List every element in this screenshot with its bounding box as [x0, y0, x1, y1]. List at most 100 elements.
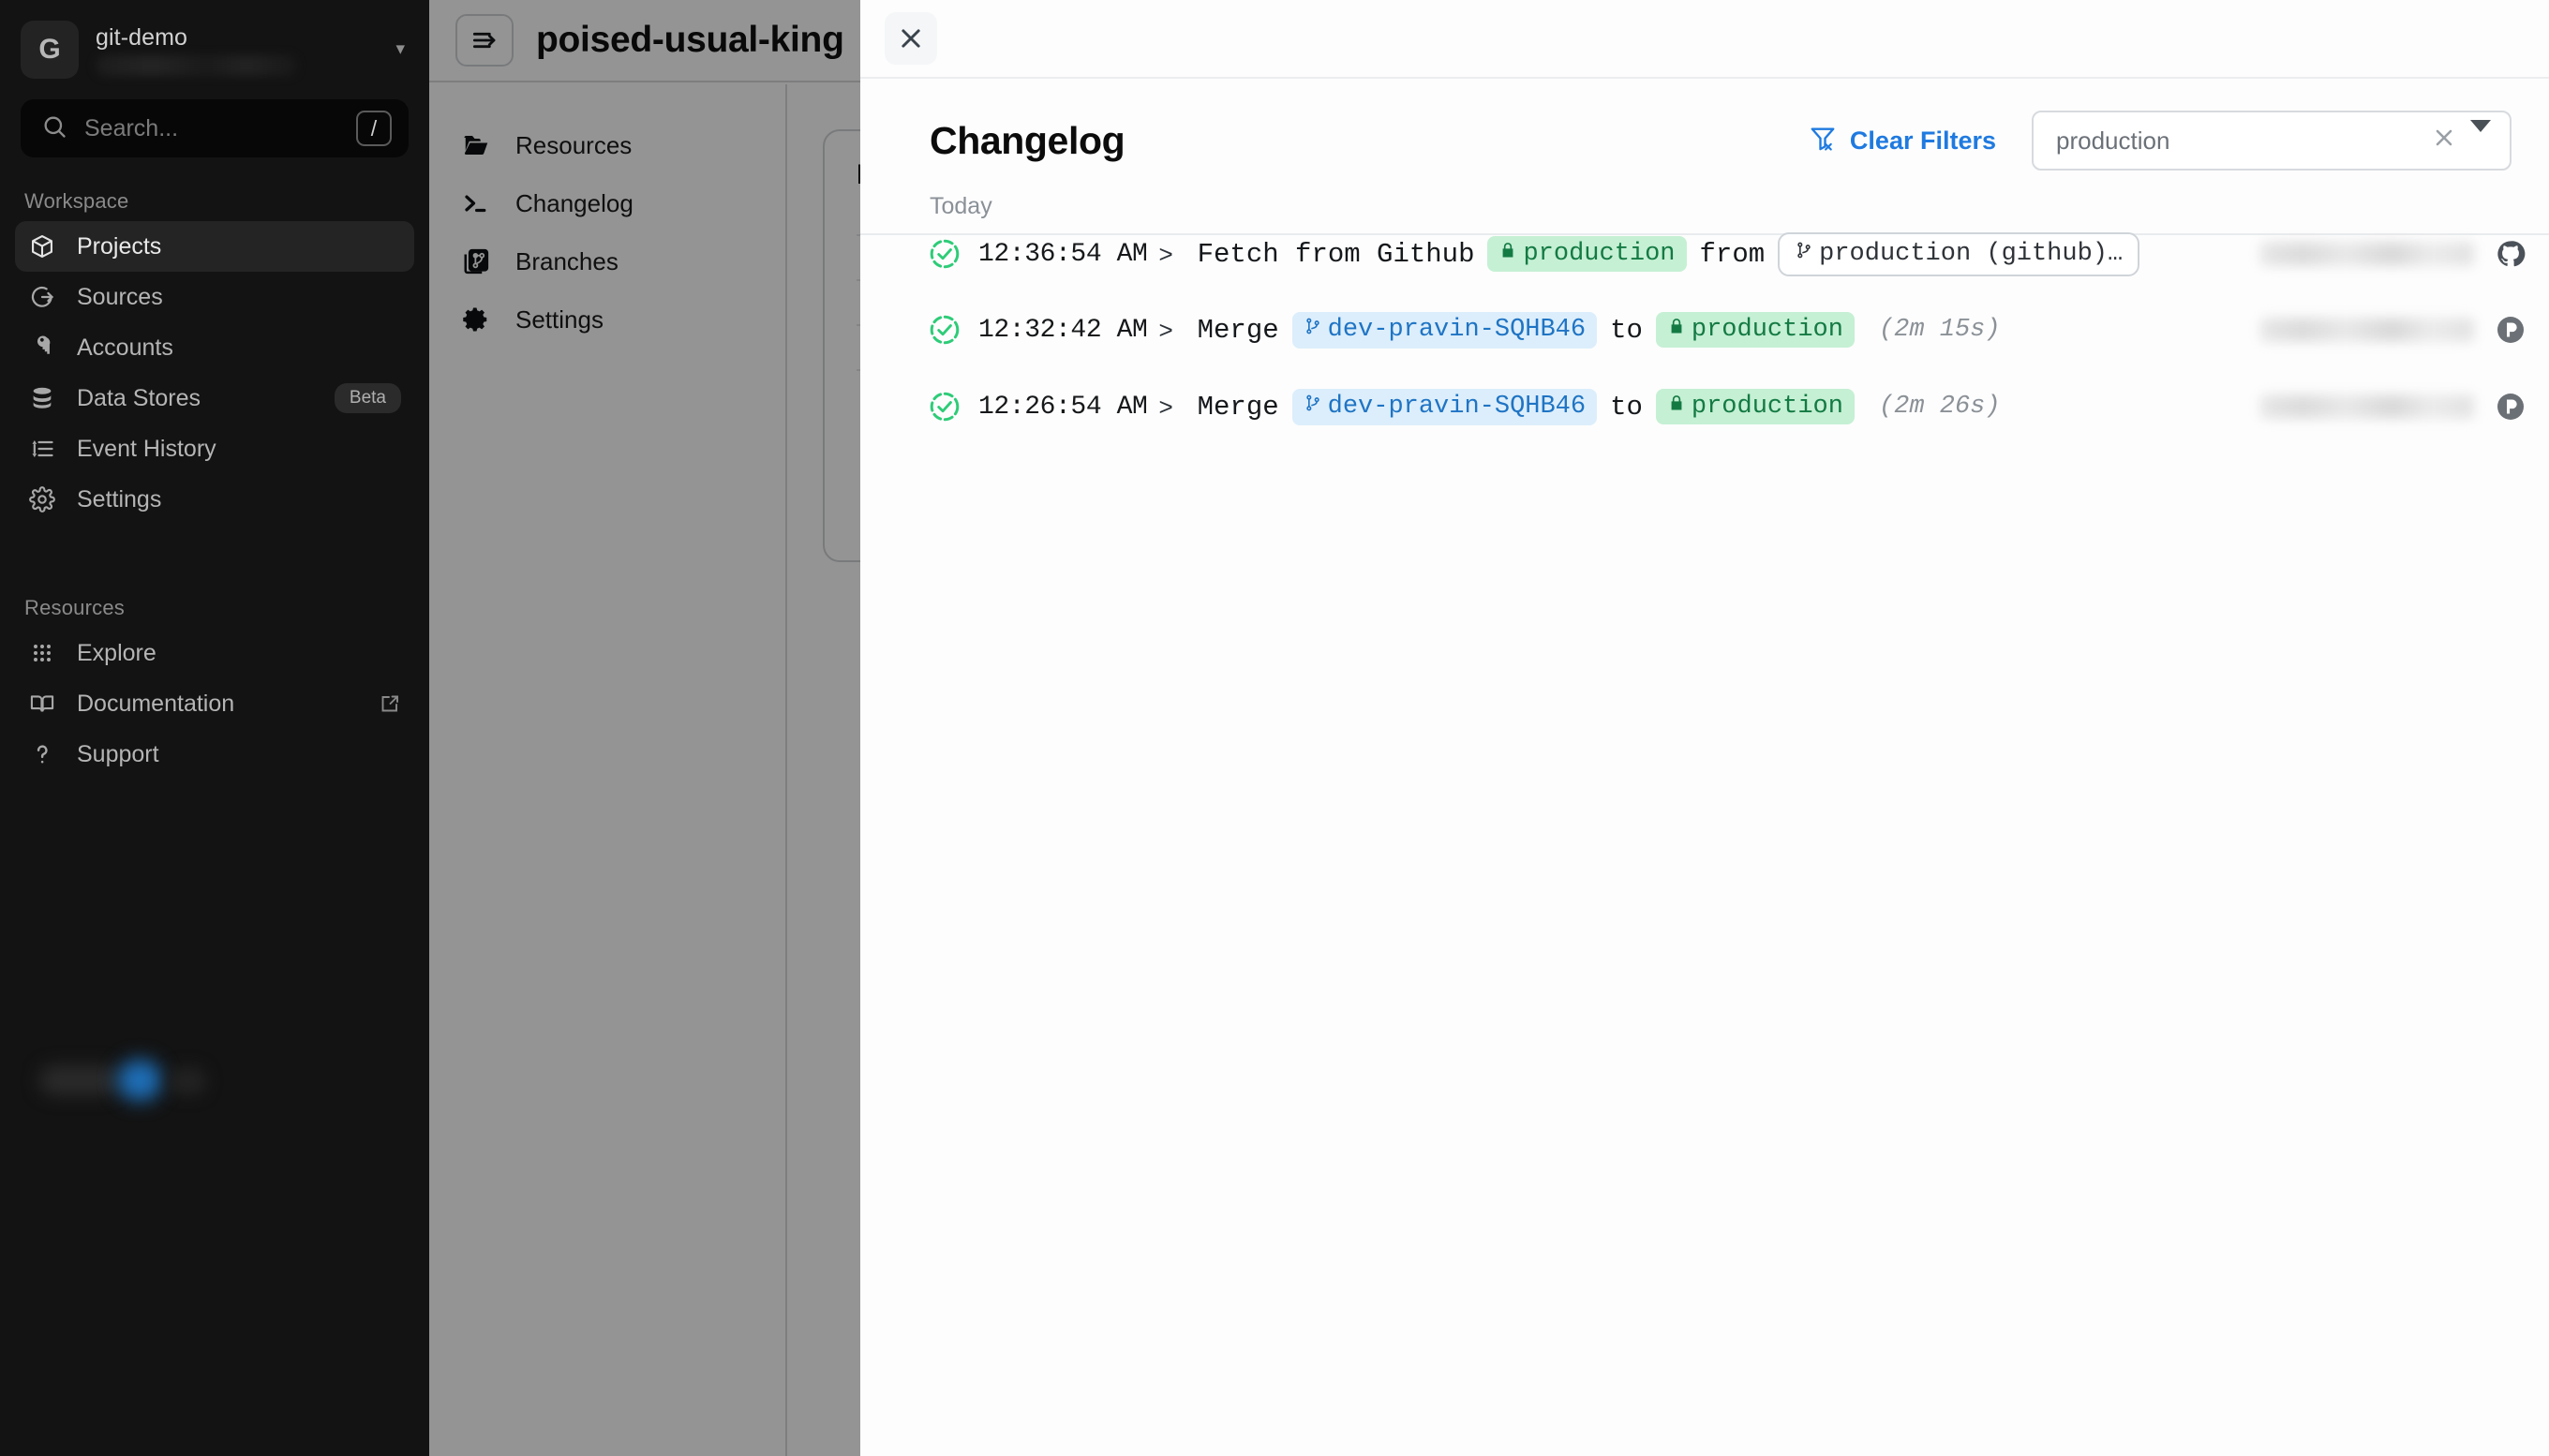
- changelog-row-duration: (2m 15s): [1879, 316, 2001, 344]
- changelog-row-time: 12:36:54 AM: [978, 240, 1147, 269]
- x-icon[interactable]: [2431, 125, 2457, 156]
- changelog-modal: Changelog Clear Filters production: [860, 0, 2549, 1456]
- sidebar-footer-redacted: [28, 1056, 216, 1105]
- branch-icon: [1304, 393, 1322, 422]
- sidebar-item-sources[interactable]: Sources: [15, 272, 414, 322]
- sidebar-item-event-history[interactable]: Event History: [15, 423, 414, 474]
- sidebar-item-label: Support: [77, 741, 401, 768]
- expand-row-icon[interactable]: >: [1158, 316, 1172, 345]
- gear-icon: [28, 485, 56, 513]
- changelog-row[interactable]: 12:36:54 AM > Fetch from Github producti…: [860, 233, 2549, 273]
- chevron-updown-icon: ▾: [395, 42, 410, 56]
- sidebar-item-projects[interactable]: Projects: [15, 221, 414, 272]
- modal-scrim[interactable]: [429, 0, 860, 1456]
- environment-chip[interactable]: production: [1656, 312, 1855, 348]
- branch-icon: [1304, 316, 1322, 345]
- filter-clear-icon: [1809, 124, 1837, 158]
- sidebar-item-label: Event History: [77, 436, 401, 463]
- search-icon: [41, 113, 67, 144]
- search-shortcut-key: /: [356, 111, 392, 146]
- source-branch-chip[interactable]: production (github)…: [1778, 232, 2139, 276]
- prismatic-avatar-icon: [2495, 391, 2527, 423]
- branch-chip-label: dev-pravin-SQHB46: [1328, 316, 1586, 344]
- check-circle-dashed-icon: [928, 237, 965, 271]
- sources-icon: [28, 283, 56, 311]
- grid-icon: [28, 639, 56, 667]
- check-circle-dashed-icon: [928, 390, 965, 423]
- expand-row-icon[interactable]: >: [1158, 393, 1172, 422]
- changelog-header: Changelog Clear Filters production: [860, 79, 2549, 171]
- changelog-row-user-redacted: [2260, 242, 2474, 266]
- environment-chip[interactable]: production: [1656, 389, 1855, 424]
- environment-chip-label: production: [1523, 240, 1675, 268]
- changelog-row-time: 12:26:54 AM: [978, 393, 1147, 422]
- sidebar-item-label: Sources: [77, 284, 401, 311]
- sidebar-item-accounts[interactable]: Accounts: [15, 322, 414, 373]
- filter-select[interactable]: production: [2032, 111, 2512, 171]
- close-icon[interactable]: [885, 12, 937, 65]
- prismatic-avatar-icon: [2495, 314, 2527, 346]
- workspace-name: git-demo: [96, 24, 379, 52]
- branch-chip-label: dev-pravin-SQHB46: [1328, 393, 1586, 421]
- changelog-row-action: Merge: [1198, 392, 1279, 423]
- expand-row-icon[interactable]: >: [1158, 240, 1172, 269]
- sidebar-section-workspace: Workspace: [0, 157, 429, 221]
- changelog-day-label: Today: [860, 171, 2549, 230]
- lock-icon: [1667, 316, 1686, 344]
- changelog-row-connector: to: [1610, 315, 1643, 346]
- environment-chip[interactable]: production: [1487, 236, 1686, 272]
- changelog-row-user-redacted: [2260, 394, 2474, 419]
- workspace-switcher[interactable]: G git-demo ▾: [0, 0, 429, 88]
- lock-icon: [1667, 393, 1686, 421]
- database-icon: [28, 384, 56, 412]
- cube-icon: [28, 232, 56, 260]
- sidebar-spacer: [0, 525, 429, 564]
- sidebar-item-label: Documentation: [77, 691, 358, 718]
- sidebar-item-label: Projects: [77, 233, 401, 260]
- search-placeholder: Search...: [84, 115, 339, 142]
- beta-badge: Beta: [335, 383, 401, 413]
- branch-chip[interactable]: dev-pravin-SQHB46: [1292, 389, 1597, 425]
- environment-chip-label: production: [1692, 393, 1843, 421]
- sidebar-item-support[interactable]: Support: [15, 729, 414, 780]
- filter-select-value: production: [2056, 126, 2418, 156]
- changelog-entry-list: 12:36:54 AM > Fetch from Github producti…: [860, 230, 2549, 464]
- changelog-row-user-redacted: [2260, 318, 2474, 342]
- github-icon: [2495, 238, 2527, 270]
- branch-icon: [1795, 240, 1813, 269]
- sidebar-item-label: Data Stores: [77, 385, 314, 412]
- lock-icon: [1498, 240, 1517, 268]
- changelog-row[interactable]: 12:32:42 AM > Merge dev-pravin-SQHB46 t: [860, 310, 2549, 349]
- sidebar-item-settings[interactable]: Settings: [15, 474, 414, 525]
- environment-chip-label: production: [1692, 316, 1843, 344]
- external-link-icon: [379, 692, 401, 715]
- sidebar-item-label: Explore: [77, 640, 401, 667]
- book-icon: [28, 690, 56, 718]
- key-icon: [28, 334, 56, 362]
- search-input[interactable]: Search... /: [21, 99, 409, 157]
- sidebar-item-label: Accounts: [77, 334, 401, 362]
- workspace-sidebar: G git-demo ▾ Search... / Workspace: [0, 0, 429, 1456]
- clear-filters-label: Clear Filters: [1850, 126, 1996, 156]
- changelog-row-connector: to: [1610, 392, 1643, 423]
- chevron-down-icon[interactable]: [2470, 132, 2491, 149]
- branch-chip[interactable]: dev-pravin-SQHB46: [1292, 312, 1597, 349]
- changelog-title: Changelog: [930, 119, 1125, 163]
- sidebar-section-resources: Resources: [0, 564, 429, 628]
- sidebar-item-explore[interactable]: Explore: [15, 628, 414, 678]
- changelog-row-duration: (2m 26s): [1879, 393, 2001, 421]
- sidebar-item-data-stores[interactable]: Data Stores Beta: [15, 373, 414, 423]
- list-icon: [28, 435, 56, 463]
- source-branch-label: production (github)…: [1819, 240, 2123, 268]
- changelog-row-time: 12:32:42 AM: [978, 316, 1147, 345]
- sidebar-item-label: Settings: [77, 486, 401, 513]
- changelog-row-connector: from: [1700, 239, 1766, 270]
- clear-filters-button[interactable]: Clear Filters: [1809, 124, 1996, 158]
- changelog-row[interactable]: 12:26:54 AM > Merge dev-pravin-SQHB46 t: [860, 387, 2549, 426]
- question-icon: [28, 740, 56, 768]
- changelog-modal-topbar: [860, 0, 2549, 79]
- check-circle-dashed-icon: [928, 313, 965, 347]
- workspace-avatar: G: [21, 21, 79, 79]
- sidebar-item-documentation[interactable]: Documentation: [15, 678, 414, 729]
- changelog-row-action: Fetch from Github: [1198, 239, 1475, 270]
